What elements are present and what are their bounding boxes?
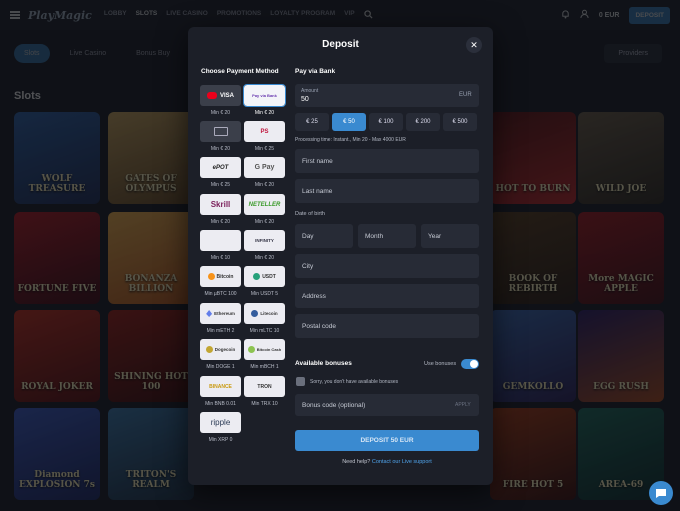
- last-name-input[interactable]: Last name: [295, 179, 479, 203]
- method-min: Min mETH 2: [206, 328, 235, 334]
- method-min: Min XRP 0: [208, 437, 233, 443]
- method-usdt[interactable]: USDT: [244, 266, 285, 287]
- address-input[interactable]: Address: [295, 284, 479, 308]
- method-visa[interactable]: VISA: [200, 85, 241, 106]
- dob-label: Date of birth: [295, 211, 325, 217]
- method-min: Min € 25: [254, 146, 275, 152]
- amount-chip-500[interactable]: € 500: [443, 113, 477, 131]
- deposit-submit-button[interactable]: DEPOSIT 50 EUR: [295, 430, 479, 451]
- litecoin-icon: [251, 310, 259, 317]
- method-min: Min € 20: [254, 110, 275, 116]
- first-name-input[interactable]: First name: [295, 149, 479, 173]
- method-min: Min USDT 5: [250, 291, 279, 297]
- amount-chip-25[interactable]: € 25: [295, 113, 329, 131]
- help-text: Need help? Contact our Live support: [342, 459, 432, 465]
- method-neteller[interactable]: NETELLER: [244, 194, 285, 215]
- close-icon: ✕: [470, 39, 478, 50]
- gift-icon: [296, 377, 305, 386]
- amount-value[interactable]: 50: [301, 96, 309, 103]
- method-min: Min € 20: [210, 110, 231, 116]
- bitcoin-cash-icon: [247, 346, 255, 353]
- chat-icon: [656, 488, 666, 498]
- method-infinity[interactable]: INFINITY: [244, 230, 285, 251]
- apply-button[interactable]: APPLY: [455, 402, 471, 408]
- method-litecoin[interactable]: Litecoin: [244, 303, 285, 324]
- method-min: Min € 20: [254, 219, 275, 225]
- method-bank-card[interactable]: [200, 121, 241, 142]
- chat-button[interactable]: [649, 481, 673, 505]
- use-bonuses-label: Use bonuses: [424, 361, 457, 367]
- bonus-code-input[interactable]: Bonus code (optional): [295, 394, 479, 416]
- amount-chip-200[interactable]: € 200: [406, 113, 440, 131]
- modal-title: Deposit: [322, 39, 359, 50]
- method-tron[interactable]: TRON: [244, 376, 285, 397]
- amount-label: Amount: [301, 88, 319, 94]
- amount-field[interactable]: [295, 84, 479, 107]
- ethereum-icon: [206, 310, 213, 317]
- method-min: Min € 20: [254, 255, 275, 261]
- amount-chip-100[interactable]: € 100: [369, 113, 403, 131]
- method-min: Min BNB 0.01: [205, 401, 236, 407]
- method-min: Min mLTC 10: [249, 328, 280, 334]
- mastercard-icon: [206, 92, 217, 99]
- method-min: Min TRX 10: [251, 401, 278, 407]
- bitcoin-icon: [207, 273, 215, 280]
- method-min: Min € 25: [210, 182, 231, 188]
- method-bitcoin[interactable]: Bitcoin: [200, 266, 241, 287]
- method-epot[interactable]: ePOT: [200, 157, 241, 178]
- method-ethereum[interactable]: Ethereum: [200, 303, 241, 324]
- method-min: Min mBCH 1: [250, 364, 279, 370]
- method-google-pay[interactable]: G Pay: [244, 157, 285, 178]
- method-min: Min µBTC 100: [204, 291, 237, 297]
- amount-chip-50[interactable]: € 50: [332, 113, 366, 131]
- method-min: Min € 20: [210, 146, 231, 152]
- close-button[interactable]: ✕: [466, 37, 482, 53]
- processing-text: Processing time: Instant., Min 20 - Max …: [295, 137, 406, 143]
- method-ripple[interactable]: ripple: [200, 412, 241, 433]
- choose-method-title: Choose Payment Method: [201, 68, 279, 75]
- method-binance[interactable]: BINANCE: [200, 376, 241, 397]
- amount-currency: EUR: [459, 92, 472, 98]
- method-crypto-wallet[interactable]: [200, 230, 241, 251]
- dob-year-select[interactable]: Year: [421, 224, 479, 248]
- method-bitcoin-cash[interactable]: Bitcoin Cash: [244, 339, 285, 360]
- use-bonuses-toggle[interactable]: [461, 359, 479, 369]
- pay-via-title: Pay via Bank: [295, 68, 336, 75]
- method-min: Min DOGE 1: [206, 364, 235, 370]
- live-support-link[interactable]: Contact our Live support: [372, 459, 432, 465]
- method-min: Min € 10: [210, 255, 231, 261]
- city-input[interactable]: City: [295, 254, 479, 278]
- method-min: Min € 20: [254, 182, 275, 188]
- method-dogecoin[interactable]: Dogecoin: [200, 339, 241, 360]
- dob-day-select[interactable]: Day: [295, 224, 353, 248]
- dogecoin-icon: [205, 346, 213, 353]
- tether-icon: [253, 273, 261, 280]
- method-paysafe[interactable]: PS: [244, 121, 285, 142]
- bonuses-title: Available bonuses: [295, 360, 352, 367]
- no-bonus-text: Sorry, you don't have available bonuses: [310, 379, 399, 385]
- method-min: Min € 20: [210, 219, 231, 225]
- method-pay-via-bank[interactable]: Pay via Bank: [243, 84, 286, 107]
- card-icon: [213, 127, 228, 136]
- dob-month-select[interactable]: Month: [358, 224, 416, 248]
- postal-code-input[interactable]: Postal code: [295, 314, 479, 338]
- method-skrill[interactable]: Skrill: [200, 194, 241, 215]
